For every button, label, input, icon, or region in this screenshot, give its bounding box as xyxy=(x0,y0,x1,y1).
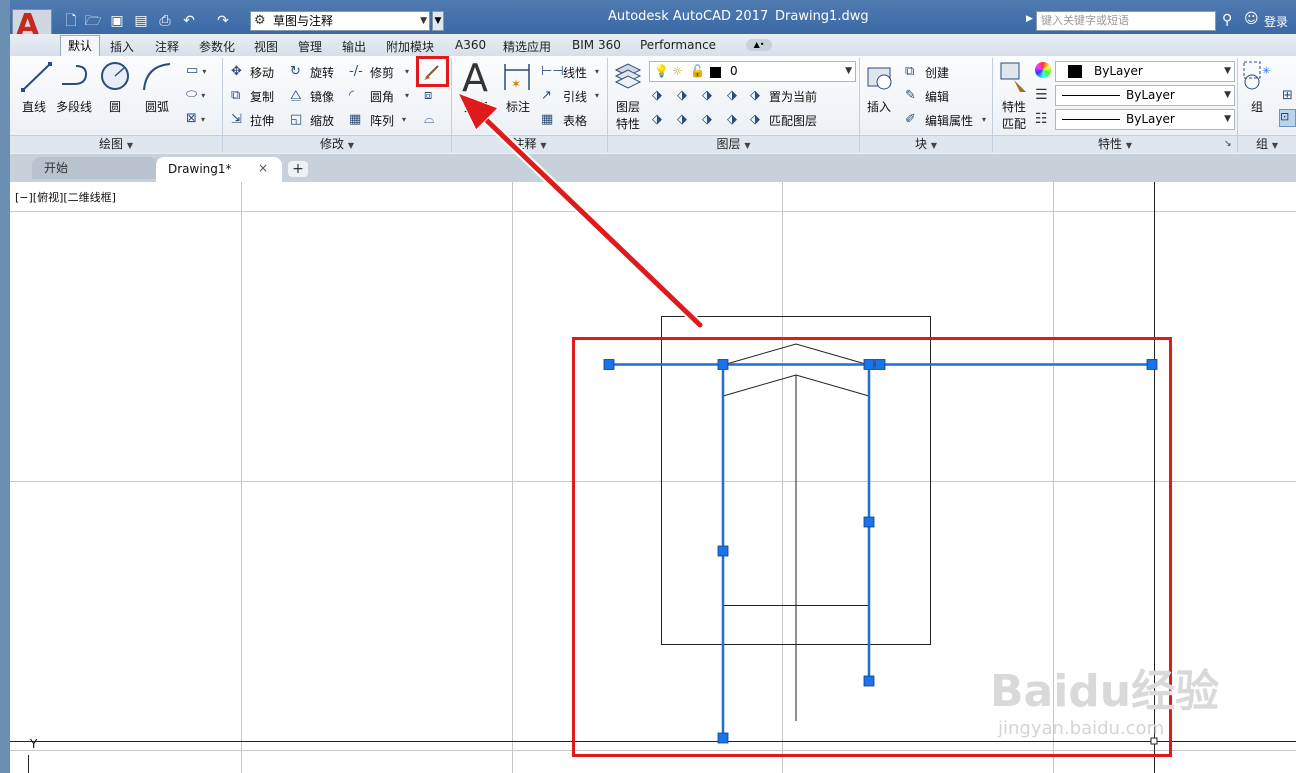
watermark-brand: Baidu经验 xyxy=(990,666,1220,717)
roof-upper xyxy=(722,343,870,366)
drawing-geometry xyxy=(661,316,931,721)
red-arrow xyxy=(457,92,705,330)
ucs-y-label: Y xyxy=(30,737,38,751)
viewport-controls-label[interactable]: [−][俯视][二维线框] xyxy=(15,189,116,205)
watermark-url: jingyan.baidu.com xyxy=(998,718,1165,739)
